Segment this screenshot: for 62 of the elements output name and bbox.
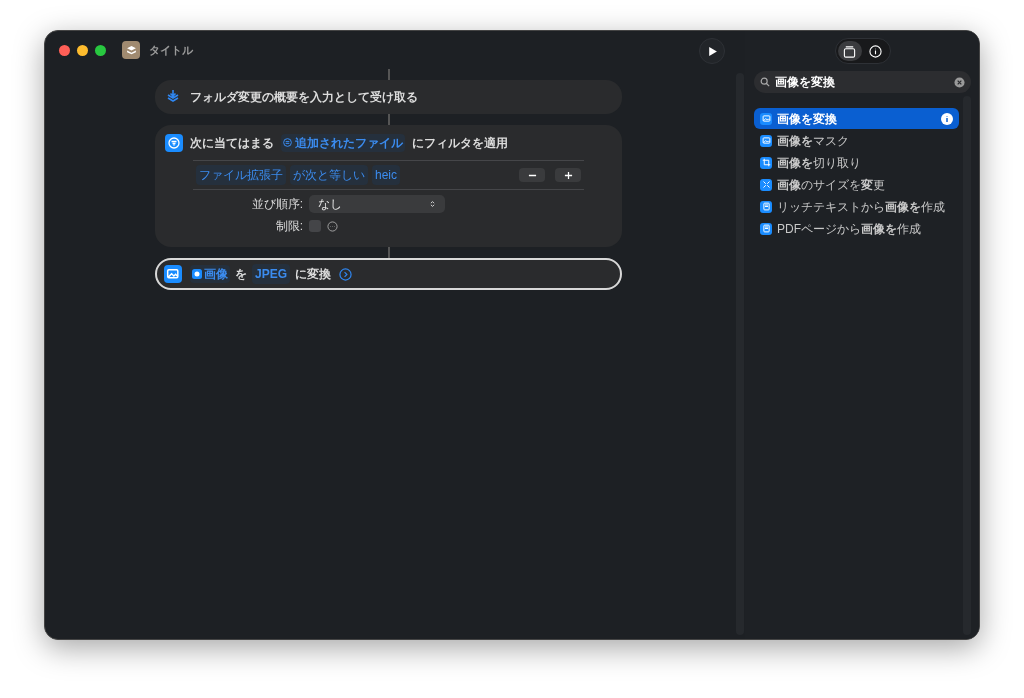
variable-label: 追加されたファイル (295, 134, 403, 152)
action-card[interactable]: フォルダ変更の概要を入力として受け取る (155, 80, 622, 114)
action-card[interactable]: 次に当てはまる 追加されたファイル にフィルタを適用 ファイル拡張子 が次と等しい heic 並び順序: なし 制限: (155, 125, 622, 247)
action-result[interactable]: 画像を切り取り (754, 152, 959, 173)
remove-button[interactable] (519, 168, 545, 182)
format-token[interactable]: JPEG (252, 264, 290, 284)
more-icon[interactable] (327, 220, 338, 232)
action-result[interactable]: リッチテキストから画像を作成 (754, 196, 959, 217)
run-button[interactable] (699, 38, 725, 64)
app-icon (122, 41, 140, 59)
limit-label: 制限: (274, 218, 303, 235)
action-title: フォルダ変更の概要を入力として受け取る (190, 89, 418, 106)
condition-token[interactable]: ファイル拡張子 (196, 165, 286, 185)
result-label: リッチテキストから画像を作成 (777, 198, 946, 216)
action-joiner: を (235, 266, 247, 283)
search-icon (760, 77, 770, 87)
limit-checkbox[interactable] (309, 220, 321, 232)
resize-icon (760, 178, 772, 191)
result-label: 画像を切り取り (777, 154, 862, 172)
condition-token[interactable]: が次と等しい (290, 165, 368, 185)
action-result[interactable]: 画像を変換 (754, 108, 959, 129)
image-icon (760, 134, 772, 147)
document-icon (760, 222, 772, 235)
action-result[interactable]: 画像のサイズを変更 (754, 174, 959, 195)
chevron-updown-icon (429, 200, 436, 208)
image-icon (760, 112, 772, 125)
filter-icon (165, 133, 183, 152)
clear-icon[interactable] (954, 76, 965, 88)
add-button[interactable] (555, 168, 581, 182)
action-result[interactable]: 画像をマスク (754, 130, 959, 151)
search-bar[interactable]: 画像を変換 (754, 71, 971, 93)
chevron-right-icon[interactable] (339, 267, 352, 281)
action-card[interactable]: 画像 を JPEG に変換 (155, 258, 622, 290)
action-prefix: 次に当てはまる (190, 134, 274, 152)
tray-download-icon (165, 89, 181, 105)
action-result[interactable]: PDFページから画像を作成 (754, 218, 959, 239)
result-label: 画像をマスク (777, 132, 850, 150)
sort-label: 並び順序: (250, 196, 303, 213)
result-label: 画像を変換 (777, 110, 838, 128)
action-suffix: にフィルタを適用 (412, 134, 508, 152)
document-icon (760, 200, 772, 213)
search-input[interactable]: 画像を変換 (775, 73, 949, 91)
sort-dropdown[interactable]: なし (309, 195, 445, 213)
window-title: タイトル (149, 42, 193, 58)
variable-token[interactable]: 追加されたファイル (281, 133, 405, 152)
info-icon (869, 44, 882, 58)
condition-token[interactable]: heic (372, 165, 400, 185)
plus-icon (563, 170, 573, 180)
variable-label: 画像 (204, 266, 228, 283)
library-tab[interactable] (837, 41, 862, 61)
minimize-window-icon[interactable] (77, 44, 88, 56)
result-label: 画像のサイズを変更 (777, 176, 886, 194)
zoom-window-icon[interactable] (95, 44, 106, 56)
play-icon (706, 45, 718, 57)
result-label: PDFページから画像を作成 (777, 220, 922, 238)
close-window-icon[interactable] (59, 44, 70, 56)
info-icon[interactable] (941, 112, 953, 125)
variable-token[interactable]: 画像 (190, 265, 230, 283)
stack-icon (843, 44, 856, 58)
crop-icon (760, 156, 772, 169)
action-suffix: に変換 (295, 266, 331, 283)
image-icon (164, 265, 182, 283)
